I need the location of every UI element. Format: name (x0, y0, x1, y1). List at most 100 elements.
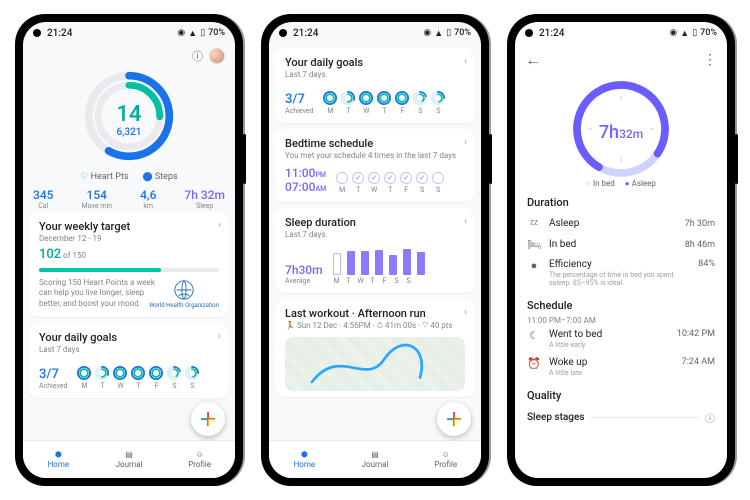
row-sleep-stages[interactable]: Sleep stagesⓘ (527, 410, 715, 425)
day-col: S (413, 91, 427, 115)
check-icon: ✓ (352, 172, 364, 184)
day-col: S (167, 366, 181, 390)
day-col: F (395, 91, 409, 115)
nav-journal[interactable]: ▤Journal (340, 441, 411, 478)
nav-profile[interactable]: ☺Profile (164, 441, 235, 478)
weekly-target-card[interactable]: › Your weekly target December 12 - 19 10… (29, 212, 229, 317)
camera-cutout (33, 29, 41, 37)
chevron-right-icon: › (464, 56, 467, 67)
day-col: ✓F (400, 172, 412, 194)
chevron-right-icon: › (218, 331, 221, 342)
asleep-icon: ᶻᶻ (527, 217, 541, 230)
day-col: ✓T (384, 172, 396, 194)
profile-icon: ☺ (196, 450, 204, 459)
fab-add[interactable]: ＋ (191, 402, 225, 436)
chevron-right-icon: › (464, 216, 467, 227)
back-icon[interactable]: ← (525, 50, 541, 70)
bed-icon: 🛏 (527, 238, 541, 251)
day-col: S (431, 91, 445, 115)
clock: 21:24 (47, 28, 72, 39)
status-bar: 21:24 ◉▲▯70% (515, 22, 727, 44)
metric-km: 4,6km (140, 188, 156, 210)
more-icon[interactable]: ⋮ (703, 52, 717, 68)
chevron-right-icon: › (218, 220, 221, 231)
row-asleep[interactable]: ᶻᶻ Asleep7h 30m (527, 213, 715, 234)
duration-heading: Duration (527, 196, 715, 209)
daily-goals-card[interactable]: › Your daily goals Last 7 days 3/7 Achie… (29, 323, 229, 398)
workout-map[interactable] (285, 337, 465, 391)
plus-icon: ＋ (445, 406, 463, 432)
quality-heading: Quality (527, 389, 715, 402)
metric-cal: 345Cal (33, 188, 53, 210)
row-inbed[interactable]: 🛏 In bed8h 46m (527, 234, 715, 255)
daily-achieved: 3/7 (39, 367, 67, 382)
bottom-nav: ⬢Home ▤Journal ☺Profile (23, 440, 235, 478)
fab-add[interactable]: ＋ (437, 402, 471, 436)
alarm-icon: ⏰ (527, 357, 541, 370)
day-col: T (131, 366, 145, 390)
status-bar: 21:24 ◉ ▲ ▯ 70% (23, 22, 235, 44)
info-icon: ● (527, 259, 541, 272)
info-icon[interactable]: ⓘ (705, 410, 715, 425)
who-badge: World Health Organization (149, 279, 219, 309)
camera-cutout (279, 29, 287, 37)
day-col: M (336, 172, 348, 194)
legend-steps: ⬤ Steps (143, 172, 178, 182)
check-icon: ✓ (368, 172, 380, 184)
journal-icon: ▤ (125, 450, 133, 459)
daily-title: Your daily goals (39, 331, 219, 344)
day-col: ✓W (368, 172, 380, 194)
moon-icon: ☾ (527, 329, 541, 342)
daily-goals-card[interactable]: › Your daily goals Last 7 days 3/7 Achie… (275, 48, 475, 123)
activity-ring[interactable] (29, 68, 229, 164)
last-workout-card[interactable]: › Last workout · Afternoon run 🏃 Sun 12 … (275, 299, 475, 397)
metric-sleep: 7h 32mSleep (184, 188, 225, 210)
day-col: S (432, 172, 444, 194)
bedtime-card[interactable]: › Bedtime schedule You met your schedule… (275, 129, 475, 202)
wifi-icon: ◉ (177, 28, 185, 38)
day-col: T (95, 366, 109, 390)
legend-asleep: ● Asleep (625, 179, 656, 188)
sleep-mins: 32m (619, 127, 643, 141)
clock: 21:24 (539, 28, 564, 39)
check-icon (336, 172, 348, 184)
clock: 21:24 (293, 28, 318, 39)
chevron-right-icon: › (464, 137, 467, 148)
weekly-range: December 12 - 19 (39, 234, 219, 243)
schedule-heading: Schedule (527, 299, 715, 312)
day-col: M (77, 366, 91, 390)
profile-icon: ☺ (442, 450, 450, 459)
home-icon: ⬢ (301, 450, 308, 459)
schedule-range: 11:00 PM–7:00 AM (527, 316, 715, 325)
day-col: T (341, 91, 355, 115)
daily-days-row: M T W T F S S (77, 366, 199, 390)
battery-icon: ▯ (200, 28, 205, 38)
row-efficiency[interactable]: ● Efficiency The percentage of time in b… (527, 255, 715, 291)
day-col: ✓S (416, 172, 428, 194)
nav-home[interactable]: ⬢Home (269, 441, 340, 478)
signal-icon: ▲ (188, 28, 197, 39)
battery-pct: 70% (208, 28, 225, 38)
legend-heart: ♡ Heart Pts (80, 172, 128, 182)
bedtime-days-row: M✓T✓W✓T✓F✓SS (336, 172, 444, 194)
day-col: M (323, 91, 337, 115)
nav-home[interactable]: ⬢Home (23, 441, 94, 478)
plus-icon: ＋ (199, 406, 217, 432)
day-col: W (113, 366, 127, 390)
status-bar: 21:24 ◉▲▯70% (269, 22, 481, 44)
check-icon (432, 172, 444, 184)
sleep-duration-card[interactable]: › Sleep duration Last 7 days 7h30m Avera… (275, 208, 475, 293)
weekly-title: Your weekly target (39, 220, 219, 233)
nav-journal[interactable]: ▤Journal (94, 441, 165, 478)
info-icon[interactable]: ⓘ (192, 48, 203, 64)
phone-sleep-detail: 21:24 ◉▲▯70% ← ⋮ 7h32m ○ In bed ● Asleep… (507, 14, 735, 486)
check-icon: ✓ (416, 172, 428, 184)
row-woke-up[interactable]: ⏰ Woke upA little late 7:24 AM (527, 353, 715, 381)
avatar[interactable] (209, 48, 225, 64)
day-col: T (377, 91, 391, 115)
row-went-to-bed[interactable]: ☾ Went to bedA little early 10:42 PM (527, 325, 715, 353)
home-icon: ⬢ (55, 450, 62, 459)
bottom-nav: ⬢Home ▤Journal ☺Profile (269, 440, 481, 478)
nav-profile[interactable]: ☺Profile (410, 441, 481, 478)
day-col: S (185, 366, 199, 390)
